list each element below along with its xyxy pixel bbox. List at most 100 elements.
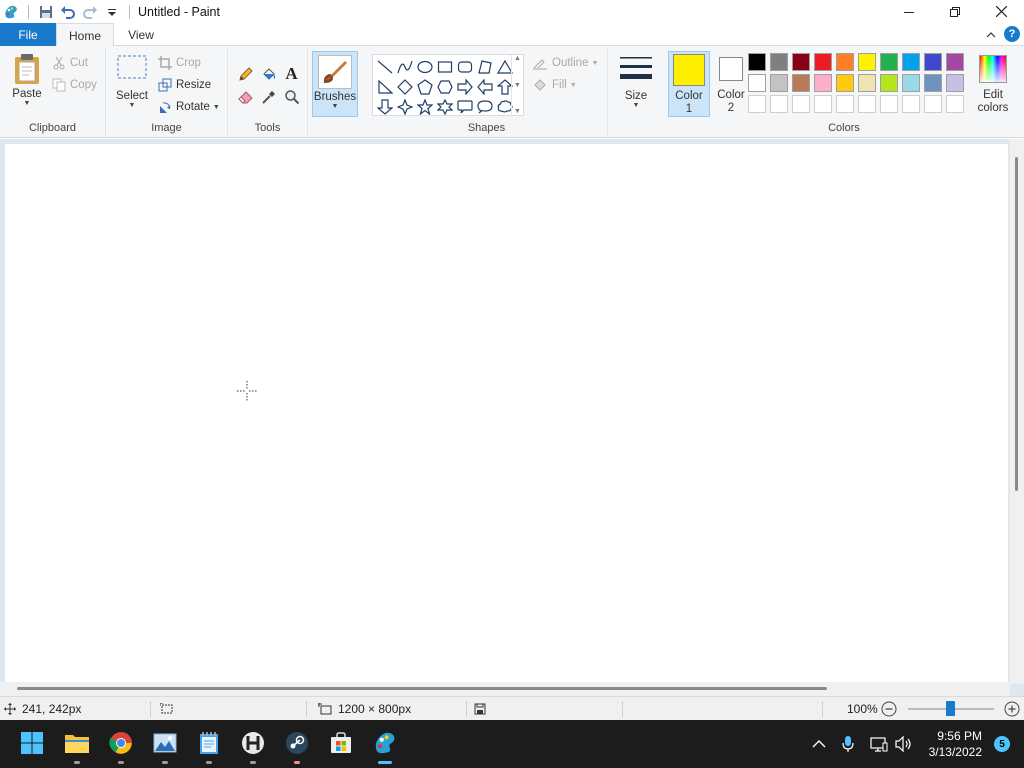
hexagon-shape-icon[interactable] <box>435 77 455 97</box>
fill-button[interactable]: Fill ▼ <box>532 78 577 92</box>
taskbar-paint[interactable] <box>370 728 400 758</box>
taskbar-app[interactable] <box>238 728 268 758</box>
diamond-shape-icon[interactable] <box>395 77 415 97</box>
fill-bucket-icon[interactable] <box>257 62 280 85</box>
color-swatch[interactable] <box>792 74 810 92</box>
drawing-canvas[interactable] <box>5 144 1008 684</box>
custom-color-slot[interactable] <box>902 95 920 113</box>
color-swatch[interactable] <box>902 74 920 92</box>
chevron-down-icon[interactable]: ▼ <box>514 82 521 89</box>
color-swatch[interactable] <box>770 74 788 92</box>
system-clock[interactable]: 9:56 PM 3/13/2022 <box>929 728 982 760</box>
text-tool-icon[interactable]: A <box>280 62 303 85</box>
show-hidden-icons[interactable] <box>812 720 826 768</box>
cut-button[interactable]: Cut <box>52 56 88 70</box>
down-arrow-shape-icon[interactable] <box>375 97 395 117</box>
custom-color-slot[interactable] <box>946 95 964 113</box>
notification-badge[interactable]: 5 <box>994 736 1010 752</box>
polygon-shape-icon[interactable] <box>475 57 495 77</box>
curve-shape-icon[interactable] <box>395 57 415 77</box>
color1-button[interactable]: Color 1 <box>668 51 710 117</box>
oval-callout-shape-icon[interactable] <box>475 97 495 117</box>
taskbar-file-explorer[interactable] <box>62 728 92 758</box>
color-swatch[interactable] <box>748 53 766 71</box>
four-point-star-shape-icon[interactable] <box>395 97 415 117</box>
copy-button[interactable]: Copy <box>52 78 97 92</box>
taskbar-chrome[interactable] <box>106 728 136 758</box>
color-swatch[interactable] <box>814 53 832 71</box>
resize-button[interactable]: Resize <box>158 78 211 92</box>
rounded-rectangle-shape-icon[interactable] <box>455 57 475 77</box>
color-swatch[interactable] <box>880 53 898 71</box>
color-swatch[interactable] <box>858 53 876 71</box>
five-point-star-shape-icon[interactable] <box>415 97 435 117</box>
color-swatch[interactable] <box>924 53 942 71</box>
start-button[interactable] <box>17 728 47 758</box>
color-swatch[interactable] <box>836 53 854 71</box>
line-shape-icon[interactable] <box>375 57 395 77</box>
tab-view[interactable]: View <box>118 23 164 47</box>
outline-button[interactable]: Outline ▼ <box>532 56 598 70</box>
rounded-callout-shape-icon[interactable] <box>455 97 475 117</box>
right-triangle-shape-icon[interactable] <box>375 77 395 97</box>
color-swatch[interactable] <box>880 74 898 92</box>
horizontal-scroll-thumb[interactable] <box>17 687 827 690</box>
color-swatch[interactable] <box>792 53 810 71</box>
rotate-button[interactable]: Rotate ▼ <box>158 100 220 114</box>
left-arrow-shape-icon[interactable] <box>475 77 495 97</box>
right-arrow-shape-icon[interactable] <box>455 77 475 97</box>
paste-button[interactable]: Paste ▼ <box>8 52 46 107</box>
customize-quick-access-icon[interactable] <box>101 1 123 23</box>
zoom-out-button[interactable] <box>881 697 903 721</box>
vertical-scroll-thumb[interactable] <box>1015 157 1018 491</box>
brushes-button[interactable]: Brushes ▼ <box>312 51 358 117</box>
custom-color-slot[interactable] <box>924 95 942 113</box>
undo-icon[interactable] <box>57 1 79 23</box>
color-swatch[interactable] <box>924 74 942 92</box>
eraser-icon[interactable] <box>234 85 257 108</box>
paint-app-icon[interactable] <box>0 1 22 23</box>
six-point-star-shape-icon[interactable] <box>435 97 455 117</box>
color-swatch[interactable] <box>946 53 964 71</box>
pentagon-shape-icon[interactable] <box>415 77 435 97</box>
save-icon[interactable] <box>35 1 57 23</box>
taskbar-store[interactable] <box>326 728 356 758</box>
color-swatch[interactable] <box>748 74 766 92</box>
custom-color-slot[interactable] <box>748 95 766 113</box>
magnifier-icon[interactable] <box>280 85 303 108</box>
select-button[interactable]: Select ▼ <box>112 54 152 109</box>
taskbar-photos[interactable] <box>150 728 180 758</box>
pencil-icon[interactable] <box>234 62 257 85</box>
oval-shape-icon[interactable] <box>415 57 435 77</box>
custom-color-slot[interactable] <box>814 95 832 113</box>
edit-colors-button[interactable]: Edit colors <box>972 51 1014 117</box>
zoom-in-button[interactable] <box>1004 697 1024 721</box>
color-swatch[interactable] <box>858 74 876 92</box>
minimize-button[interactable] <box>886 0 932 23</box>
close-button[interactable] <box>978 0 1024 23</box>
taskbar-notepad[interactable] <box>194 728 224 758</box>
microphone-tray[interactable] <box>842 720 854 768</box>
zoom-slider-thumb[interactable] <box>946 701 955 716</box>
crop-button[interactable]: Crop <box>158 56 201 70</box>
color-swatch[interactable] <box>836 74 854 92</box>
color2-button[interactable]: Color 2 <box>710 51 752 117</box>
redo-icon[interactable] <box>79 1 101 23</box>
vertical-scrollbar[interactable] <box>1010 139 1024 684</box>
tab-home[interactable]: Home <box>56 23 114 47</box>
shapes-gallery-scroll[interactable]: ▲ ▼ ▼ <box>511 55 523 115</box>
custom-color-slot[interactable] <box>836 95 854 113</box>
color-picker-icon[interactable] <box>257 85 280 108</box>
tab-file[interactable]: File <box>0 23 56 46</box>
expand-gallery-icon[interactable]: ▼ <box>514 108 521 115</box>
custom-color-slot[interactable] <box>880 95 898 113</box>
help-icon[interactable]: ? <box>1004 26 1020 42</box>
color-swatch[interactable] <box>902 53 920 71</box>
color-swatch[interactable] <box>770 53 788 71</box>
custom-color-slot[interactable] <box>858 95 876 113</box>
volume-tray[interactable] <box>895 720 913 768</box>
network-tray[interactable] <box>870 720 888 768</box>
color-swatch[interactable] <box>814 74 832 92</box>
custom-color-slot[interactable] <box>792 95 810 113</box>
minimize-ribbon-icon[interactable] <box>986 28 996 42</box>
